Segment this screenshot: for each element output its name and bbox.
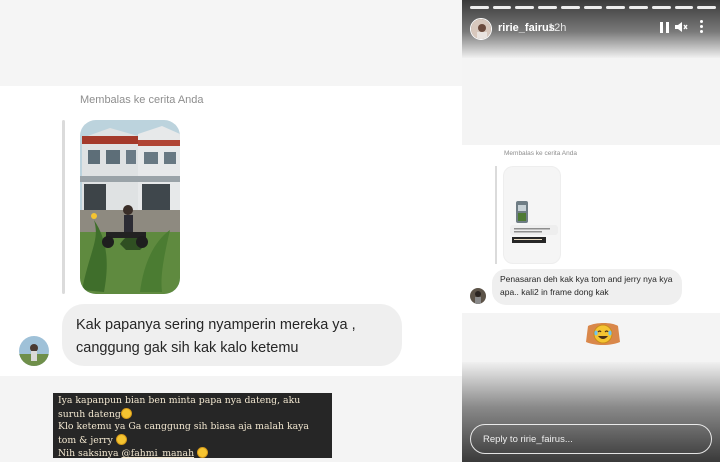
top-blank-area — [0, 0, 462, 86]
story-photo-house — [80, 120, 180, 294]
progress-segment — [629, 6, 648, 9]
progress-segment — [606, 6, 626, 9]
grin-emoji-icon — [120, 407, 132, 419]
progress-segment — [583, 6, 603, 9]
mute-icon[interactable] — [674, 20, 688, 34]
grin-emoji-icon — [197, 447, 209, 459]
speaker-muted-glyph — [675, 22, 688, 32]
progress-segment — [560, 6, 580, 9]
story-reply-input[interactable] — [470, 424, 712, 454]
quote-bar — [62, 120, 65, 294]
nested-story-mini — [510, 201, 558, 243]
story-timestamp: 12h — [548, 22, 567, 34]
story-caption-overlay: Iya kapanpun bian ben minta papa nya dat… — [53, 393, 332, 460]
received-message-bubble: Kak papanya sering nyamperin mereka ya ,… — [62, 304, 402, 366]
progress-segment — [492, 6, 512, 9]
story-viewer-panel: ririe_fairus 12h Membalas ke cerita Anda — [462, 0, 720, 462]
avatar-photo — [19, 336, 49, 366]
progress-segment — [697, 6, 717, 9]
reply-to-story-label: Membalas ke cerita Anda — [80, 94, 204, 106]
caption-line-1: Iya kapanpun bian ben minta papa nya dat… — [58, 395, 301, 420]
progress-segment — [674, 6, 694, 9]
progress-segment — [515, 6, 535, 9]
story-message-text: Penasaran deh kak kya tom and jerry nya … — [500, 274, 673, 297]
more-icon[interactable] — [700, 18, 704, 34]
sender-avatar[interactable] — [19, 336, 49, 366]
caption-line-2: Klo ketemu ya Ga canggung sih biasa aja … — [58, 421, 309, 446]
story-reply-label: Membalas ke cerita Anda — [504, 150, 577, 157]
story-owner-avatar[interactable] — [470, 18, 492, 40]
laughing-emoji-sticker — [584, 320, 622, 348]
story-username[interactable]: ririe_fairus — [498, 22, 555, 34]
mention-link[interactable]: @fahmi_manah — [121, 448, 194, 459]
story-thumbnail[interactable] — [80, 120, 180, 294]
story-progress-bars — [470, 6, 717, 9]
laughing-emoji-icon — [586, 323, 620, 345]
left-chat-panel: Membalas ke cerita Anda Kak papanya seri… — [0, 0, 462, 462]
nested-story-preview — [503, 166, 561, 264]
pause-icon[interactable] — [660, 22, 669, 33]
received-message-text: Kak papanya sering nyamperin mereka ya ,… — [76, 317, 356, 356]
progress-segment — [470, 6, 489, 9]
grin-emoji-icon — [115, 433, 127, 445]
story-quote-bar — [495, 166, 497, 264]
story-reply-avatar — [470, 288, 486, 304]
progress-segment — [538, 6, 557, 9]
reply-avatar-photo — [470, 288, 486, 304]
caption-line-3-prefix: Nih saksinya — [58, 448, 122, 460]
story-message-bubble: Penasaran deh kak kya tom and jerry nya … — [492, 269, 682, 305]
progress-segment — [651, 6, 671, 9]
